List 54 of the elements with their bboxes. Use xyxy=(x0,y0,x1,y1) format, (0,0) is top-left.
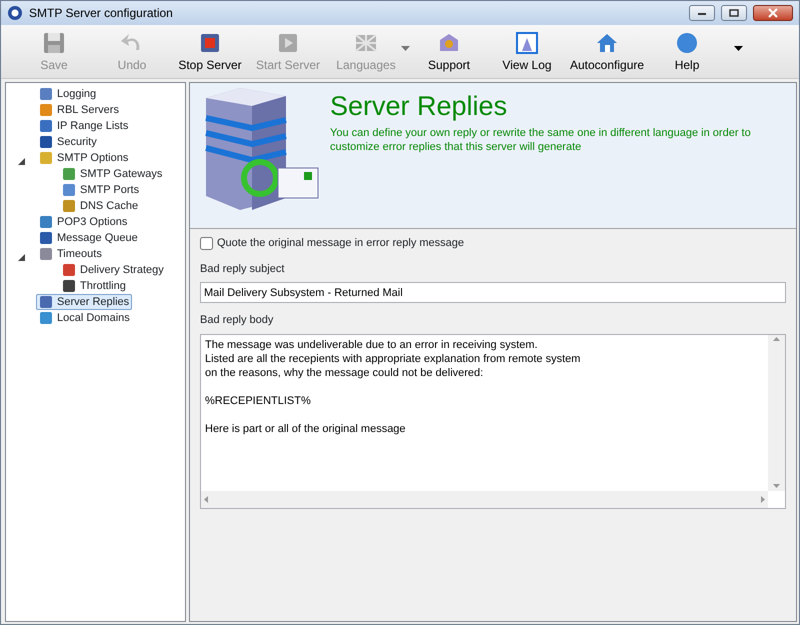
item-icon xyxy=(39,295,53,309)
item-icon xyxy=(39,119,53,133)
subject-input-field[interactable]: Mail Delivery Subsystem - Returned Mail xyxy=(200,282,786,303)
maximize-button[interactable] xyxy=(721,5,747,21)
maximize-icon xyxy=(729,9,739,17)
expanded-arrow-icon[interactable] xyxy=(18,158,25,165)
toolbar-button[interactable]: View Log xyxy=(488,30,566,72)
item-icon xyxy=(39,103,53,117)
tree-item[interactable]: Timeouts xyxy=(36,246,105,262)
item-icon xyxy=(39,247,53,261)
tree-item[interactable]: Local Domains xyxy=(36,310,133,326)
tree-item[interactable]: IP Range Lists xyxy=(36,118,132,134)
app-icon xyxy=(7,5,23,21)
toolbar-button[interactable]: Help xyxy=(648,30,726,72)
item-icon xyxy=(39,311,53,325)
tree-item[interactable]: POP3 Options xyxy=(36,214,130,230)
tree-item[interactable]: SMTP Gateways xyxy=(59,166,166,182)
item-icon xyxy=(39,215,53,229)
close-icon xyxy=(768,8,778,18)
tree-item[interactable]: Server Replies xyxy=(36,294,132,310)
item-icon xyxy=(39,135,53,149)
window-title: SMTP Server configuration xyxy=(29,5,174,22)
item-icon xyxy=(39,151,53,165)
item-icon xyxy=(62,199,76,213)
body-label: Bad reply body xyxy=(200,313,274,328)
item-icon xyxy=(62,183,76,197)
page-title: Server Replies xyxy=(330,90,508,122)
item-icon xyxy=(39,87,53,101)
toolbar-button[interactable]: Autoconfigure xyxy=(566,30,648,72)
tree-item[interactable]: Delivery Strategy xyxy=(59,262,167,278)
item-icon xyxy=(62,263,76,277)
close-button[interactable] xyxy=(753,5,793,21)
page-description: You can define your own reply or rewrite the same one in different language in order to customize error replies that this server will generate xyxy=(330,126,752,154)
item-icon xyxy=(62,167,76,181)
item-icon xyxy=(62,279,76,293)
tree-item[interactable]: Message Queue xyxy=(36,230,141,246)
log-window-icon xyxy=(514,30,540,56)
toolbar-button[interactable]: Stop Server xyxy=(171,30,249,72)
quote-checkbox[interactable] xyxy=(200,236,213,250)
tree-item[interactable]: DNS Cache xyxy=(59,198,142,214)
tree-item[interactable]: Logging xyxy=(36,86,100,102)
tree-item[interactable]: SMTP Ports xyxy=(59,182,142,198)
item-icon xyxy=(39,231,53,245)
expanded-arrow-icon[interactable] xyxy=(18,254,25,261)
toolbar-button[interactable]: Support xyxy=(410,30,488,72)
tree-item[interactable]: SMTP Options xyxy=(36,150,132,166)
subject-label: Bad reply subject xyxy=(200,262,286,276)
tree-item[interactable]: RBL Servers xyxy=(36,102,122,118)
minimize-icon xyxy=(697,10,707,16)
tree-item[interactable]: Throttling xyxy=(59,278,129,294)
minimize-button[interactable] xyxy=(689,5,715,21)
tree-item[interactable]: Security xyxy=(36,134,100,150)
checkbox-label: Quote the original message in error reply message xyxy=(217,236,464,251)
more-arrow-icon[interactable] xyxy=(734,46,744,51)
